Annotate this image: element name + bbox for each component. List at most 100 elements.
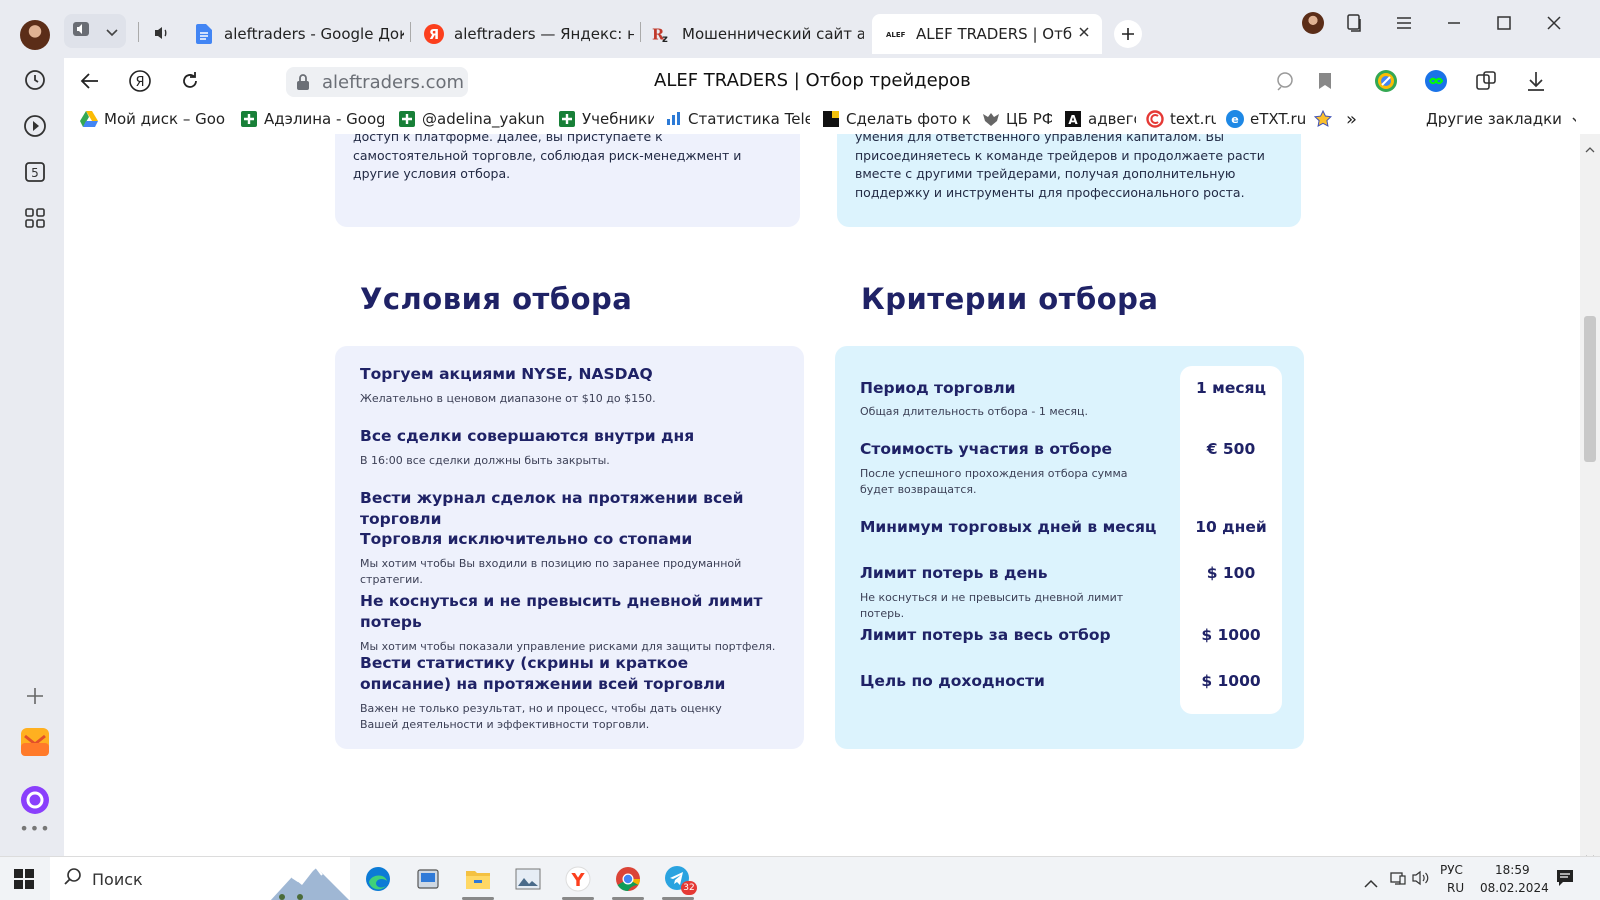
tab-alef-traders[interactable]: ALEF ALEF TRADERS | Отбор трейдеров	[872, 14, 1102, 54]
bookmark-item[interactable]: e eTXT.ru	[1226, 108, 1308, 130]
other-bookmarks-button[interactable]: Другие закладки	[1426, 108, 1576, 130]
address-bar[interactable]: aleftraders.com	[286, 67, 468, 97]
clock-date: 08.02.2024	[1480, 881, 1549, 895]
bookmark-item[interactable]: ЦБ РФ	[982, 108, 1052, 130]
star-bookmark-icon[interactable]	[1314, 108, 1336, 130]
bookmark-item[interactable]: Адэлина - Google	[240, 108, 384, 130]
translate-icon[interactable]	[1269, 65, 1301, 97]
network-icon[interactable]	[1390, 870, 1406, 890]
volume-icon[interactable]	[1412, 870, 1430, 890]
criteria-value: € 500	[1206, 440, 1256, 458]
tab-group-audio[interactable]	[64, 14, 126, 48]
criteria-value: 10 дней	[1195, 518, 1267, 536]
back-icon[interactable]	[74, 65, 106, 97]
windows-taskbar: Поиск Y 32 РУС RU 18:59 08.02.2024	[0, 856, 1600, 900]
notifications-icon[interactable]	[1556, 869, 1574, 891]
chrome-app-icon[interactable]	[604, 861, 652, 900]
taskbar-search[interactable]: Поиск	[50, 857, 350, 900]
bookmark-item[interactable]: Сделать фото круглым	[822, 108, 972, 130]
video-play-icon[interactable]	[17, 108, 53, 144]
tab-fraud-site[interactable]: Rz Мошеннический сайт aleftraders	[652, 14, 864, 54]
add-panel-icon[interactable]	[17, 678, 53, 714]
extension-infinity-icon[interactable]	[1420, 65, 1452, 97]
svg-text:5: 5	[31, 166, 39, 180]
tab-yandex-search[interactable]: Я aleftraders — Яндекс: нашлось	[424, 14, 634, 54]
bookmark-item[interactable]: Статистика Telegram	[664, 108, 810, 130]
sheets-icon	[558, 110, 576, 128]
clock-time[interactable]: 18:59	[1495, 863, 1530, 877]
svg-text:z: z	[662, 34, 668, 44]
services-grid-icon[interactable]	[17, 200, 53, 236]
tab-label: Мошеннический сайт aleftraders	[682, 25, 864, 43]
collections-icon[interactable]	[1334, 8, 1374, 38]
downloads-icon[interactable]	[1520, 65, 1552, 97]
edge-app-icon[interactable]	[354, 861, 402, 897]
condition-title: Торгуем акциями NYSE, NASDAQ	[360, 365, 653, 383]
bookmark-item[interactable]: text.ru	[1146, 108, 1216, 130]
yandex-side-panel: 5 •••	[0, 0, 64, 856]
tab-google-docs[interactable]: aleftraders - Google Документы	[194, 14, 404, 54]
telegram-app-icon[interactable]: 32	[654, 861, 702, 900]
condition-desc: Важен не только результат, но и процесс,…	[360, 702, 722, 731]
condition-desc: В 16:00 все сделки должны быть закрыты.	[360, 454, 610, 467]
criteria-label: Лимит потерь за весь отбор	[860, 626, 1111, 644]
bookmark-label: Мой диск – Google Диск	[104, 110, 226, 128]
profile-avatar[interactable]	[20, 20, 50, 50]
condition-title: Вести журнал сделок на протяжении всей т…	[360, 489, 744, 528]
lock-icon[interactable]	[296, 73, 310, 95]
bookmark-item[interactable]: Учебники	[558, 108, 654, 130]
language-indicator[interactable]: РУС	[1440, 863, 1463, 877]
mail-icon[interactable]	[17, 724, 53, 760]
page-scrollbar[interactable]	[1580, 134, 1600, 861]
condition-title: Все сделки совершаются внутри дня	[360, 427, 695, 445]
condition-desc: Мы хотим чтобы Вы входили в позицию по з…	[360, 557, 742, 586]
condition-item: Вести статистику (скрины и краткое описа…	[360, 653, 780, 733]
history-icon[interactable]	[17, 62, 53, 98]
new-tab-button[interactable]	[1114, 20, 1142, 48]
audio-playing-icon[interactable]	[154, 25, 170, 44]
etxt-icon: e	[1226, 110, 1244, 128]
photos-app-icon[interactable]	[504, 861, 552, 897]
tab-strip: aleftraders - Google Документы Я aleftra…	[64, 0, 1600, 58]
bookmark-item[interactable]: Мой диск – Google Диск	[80, 108, 226, 130]
rz-icon: Rz	[652, 24, 672, 44]
bookmark-item[interactable]: A адвего	[1064, 108, 1136, 130]
scrollbar-thumb[interactable]	[1584, 316, 1596, 462]
criteria-value: $ 100	[1206, 564, 1256, 582]
scroll-up-icon[interactable]	[1585, 138, 1595, 157]
tab-count-icon[interactable]: 5	[17, 154, 53, 190]
file-explorer-icon[interactable]	[454, 861, 502, 900]
bookmark-item[interactable]: @adelina_yakunina	[398, 108, 544, 130]
close-tab-icon[interactable]	[1078, 24, 1090, 42]
close-window-icon[interactable]	[1534, 8, 1574, 38]
textru-icon	[1146, 110, 1164, 128]
criteria-label: Минимум торговых дней в месяц	[860, 518, 1157, 536]
bookmark-label: Адэлина - Google	[264, 110, 384, 128]
bookmark-label: адвего	[1088, 110, 1136, 128]
url-text: aleftraders.com	[322, 71, 465, 93]
search-placeholder: Поиск	[92, 869, 143, 889]
maximize-icon[interactable]	[1484, 8, 1524, 38]
minimize-icon[interactable]	[1434, 8, 1474, 38]
extension-compass-icon[interactable]	[1370, 65, 1402, 97]
bookmark-icon[interactable]	[1309, 65, 1341, 97]
more-dots-icon[interactable]: •••	[17, 818, 53, 838]
more-bookmarks-button[interactable]: »	[1346, 108, 1366, 130]
alice-icon[interactable]	[17, 782, 53, 818]
account-avatar[interactable]	[1302, 12, 1324, 34]
menu-icon[interactable]	[1384, 8, 1424, 38]
yandex-browser-app-icon[interactable]: Y	[554, 861, 602, 900]
windows-start-icon[interactable]	[14, 869, 34, 893]
bookmark-label: eTXT.ru	[1250, 110, 1307, 128]
reload-icon[interactable]	[174, 65, 206, 97]
criteria-desc: Общая длительность отбора - 1 месяц.	[860, 405, 1089, 418]
tray-chevron-up-icon[interactable]	[1364, 873, 1378, 892]
language-region: RU	[1447, 881, 1465, 895]
extensions-icon[interactable]	[1470, 65, 1502, 97]
bookmarks-bar: Мой диск – Google Диск Адэлина - Google …	[64, 104, 1600, 134]
tablet-app-icon[interactable]	[404, 861, 452, 897]
other-bookmarks-label: Другие закладки	[1426, 110, 1562, 128]
yandex-home-icon[interactable]: Я	[124, 65, 156, 97]
condition-title: Вести статистику (скрины и краткое описа…	[360, 654, 726, 693]
condition-item: Не коснуться и не превысить дневной лими…	[360, 591, 800, 655]
